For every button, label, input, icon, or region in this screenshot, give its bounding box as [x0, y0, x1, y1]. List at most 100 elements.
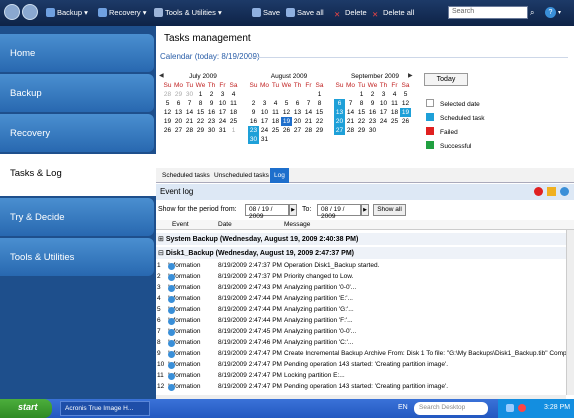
calendar-day[interactable]: 8	[314, 99, 325, 108]
table-row[interactable]: 10 Information 8/19/2009 2:47:47 PM Pending…	[156, 360, 566, 370]
calendar-day[interactable]: 29	[314, 126, 325, 135]
network-icon[interactable]	[506, 404, 514, 412]
sidebar-item-tools-utilities[interactable]: Tools & Utilities	[0, 238, 154, 276]
expand-icon[interactable]: ⊞	[158, 236, 164, 243]
tab-scheduled-tasks[interactable]: Scheduled tasks	[158, 170, 214, 181]
calendar-day[interactable]: 17	[378, 108, 389, 117]
calendar-day[interactable]: 19	[400, 108, 411, 117]
warning-filter-icon[interactable]	[547, 187, 556, 196]
table-row[interactable]: 9 Information 8/19/2009 2:47:47 PM Create I…	[156, 349, 566, 359]
calendar-day[interactable]: 10	[259, 108, 270, 117]
save-button[interactable]: Save	[252, 8, 280, 17]
calendar-day[interactable]: 27	[334, 126, 345, 135]
chevron-down-icon[interactable]: ▾	[558, 9, 561, 16]
calendar-day[interactable]: 30	[248, 135, 259, 144]
log-group-system-backup[interactable]: ⊞ System Backup (Wednesday, August 19, 2…	[156, 233, 574, 245]
calendar-day[interactable]: 18	[228, 108, 239, 117]
tab-unscheduled-tasks[interactable]: Unscheduled tasks	[210, 170, 273, 181]
tools-menu[interactable]: Tools & Utilities ▾	[154, 8, 222, 17]
column-header-date[interactable]: Date	[218, 221, 232, 228]
calendar-day[interactable]: 2	[367, 90, 378, 99]
calendar-day[interactable]: 25	[389, 117, 400, 126]
calendar-day[interactable]: 28	[184, 126, 195, 135]
tab-log[interactable]: Log	[270, 168, 289, 183]
security-icon[interactable]	[518, 404, 526, 412]
forward-icon[interactable]	[22, 4, 38, 20]
calendar-day[interactable]: 26	[400, 117, 411, 126]
calendar-day[interactable]: 16	[206, 108, 217, 117]
calendar-day[interactable]: 12	[281, 108, 292, 117]
delete-button[interactable]: ✕ Delete	[334, 8, 367, 19]
collapse-icon[interactable]: ⊟	[158, 250, 164, 257]
calendar-day[interactable]: 20	[173, 117, 184, 126]
calendar-day[interactable]: 27	[292, 126, 303, 135]
calendar-day[interactable]: 16	[248, 117, 259, 126]
calendar-day[interactable]: 19	[281, 117, 292, 126]
calendar-day[interactable]: 10	[378, 99, 389, 108]
calendar-day[interactable]: 1	[195, 90, 206, 99]
calendar-day[interactable]: 3	[259, 99, 270, 108]
sidebar-item-try-decide[interactable]: Try & Decide	[0, 198, 154, 236]
calendar-day[interactable]: 24	[378, 117, 389, 126]
calendar-day[interactable]: 11	[270, 108, 281, 117]
sidebar-item-tasks-log[interactable]: Tasks & Log	[0, 154, 156, 196]
calendar-day[interactable]: 6	[334, 99, 345, 108]
calendar-day[interactable]: 21	[303, 117, 314, 126]
calendar-day[interactable]: 26	[162, 126, 173, 135]
calendar-day[interactable]: 7	[184, 99, 195, 108]
backup-menu[interactable]: Backup ▾	[46, 8, 88, 17]
calendar-day[interactable]: 7	[303, 99, 314, 108]
calendar-day[interactable]: 1	[356, 90, 367, 99]
calendar-day[interactable]: 24	[217, 117, 228, 126]
error-filter-icon[interactable]	[534, 187, 543, 196]
calendar-day[interactable]: 11	[228, 99, 239, 108]
calendar-day[interactable]: 8	[356, 99, 367, 108]
calendar-day[interactable]: 13	[292, 108, 303, 117]
taskbar-app-button[interactable]: Acronis True Image H...	[60, 401, 150, 416]
start-button[interactable]: start	[0, 399, 52, 418]
sidebar-item-recovery[interactable]: Recovery	[0, 114, 154, 152]
calendar-day[interactable]: 9	[367, 99, 378, 108]
calendar-day[interactable]: 21	[345, 117, 356, 126]
calendar-day[interactable]: 26	[281, 126, 292, 135]
back-icon[interactable]	[4, 4, 20, 20]
calendar-day[interactable]: 28	[303, 126, 314, 135]
table-row[interactable]: 8 Information 8/19/2009 2:47:46 PM Analyzin…	[156, 338, 566, 348]
calendar-day[interactable]: 13	[334, 108, 345, 117]
calendar-day[interactable]: 2	[206, 90, 217, 99]
calendar-day[interactable]: 1	[314, 90, 325, 99]
from-date-picker-icon[interactable]: ▶	[289, 204, 297, 216]
calendar-day[interactable]: 3	[378, 90, 389, 99]
calendar-day[interactable]: 2	[248, 99, 259, 108]
calendar-day[interactable]: 30	[206, 126, 217, 135]
table-row[interactable]: 11 Information 8/19/2009 2:47:47 PM Locking…	[156, 371, 566, 381]
calendar-day[interactable]: 13	[173, 108, 184, 117]
calendar-day[interactable]: 17	[217, 108, 228, 117]
calendar-day[interactable]: 31	[217, 126, 228, 135]
calendar-day[interactable]: 30	[184, 90, 195, 99]
calendar-day[interactable]: 8	[195, 99, 206, 108]
sidebar-item-home[interactable]: Home	[0, 34, 154, 72]
search-icon[interactable]: ⌕	[530, 8, 534, 18]
calendar-day[interactable]: 23	[367, 117, 378, 126]
calendar-day[interactable]: 22	[356, 117, 367, 126]
calendar-day[interactable]: 6	[292, 99, 303, 108]
table-row[interactable]: 1 Information 8/19/2009 2:47:37 PM Operatio…	[156, 261, 566, 271]
to-date-field[interactable]: 08 / 19 / 2009	[317, 204, 361, 220]
calendar-day[interactable]: 23	[248, 126, 259, 135]
calendar-day[interactable]: 16	[367, 108, 378, 117]
save-all-button[interactable]: Save all	[286, 8, 324, 17]
calendar-day[interactable]: 4	[270, 99, 281, 108]
calendar-day[interactable]: 3	[217, 90, 228, 99]
calendar-day[interactable]: 14	[303, 108, 314, 117]
calendar-day[interactable]: 27	[173, 126, 184, 135]
delete-all-button[interactable]: ✕ Delete all	[372, 8, 414, 19]
calendar-day[interactable]: 9	[248, 108, 259, 117]
clock[interactable]: 3:28 PM	[544, 404, 570, 411]
calendar-day[interactable]: 28	[345, 126, 356, 135]
calendar-day[interactable]: 6	[173, 99, 184, 108]
calendar-day[interactable]: 12	[162, 108, 173, 117]
calendar-day[interactable]: 14	[184, 108, 195, 117]
from-date-field[interactable]: 08 / 19 / 2009	[245, 204, 289, 220]
column-header-message[interactable]: Message	[284, 221, 310, 228]
